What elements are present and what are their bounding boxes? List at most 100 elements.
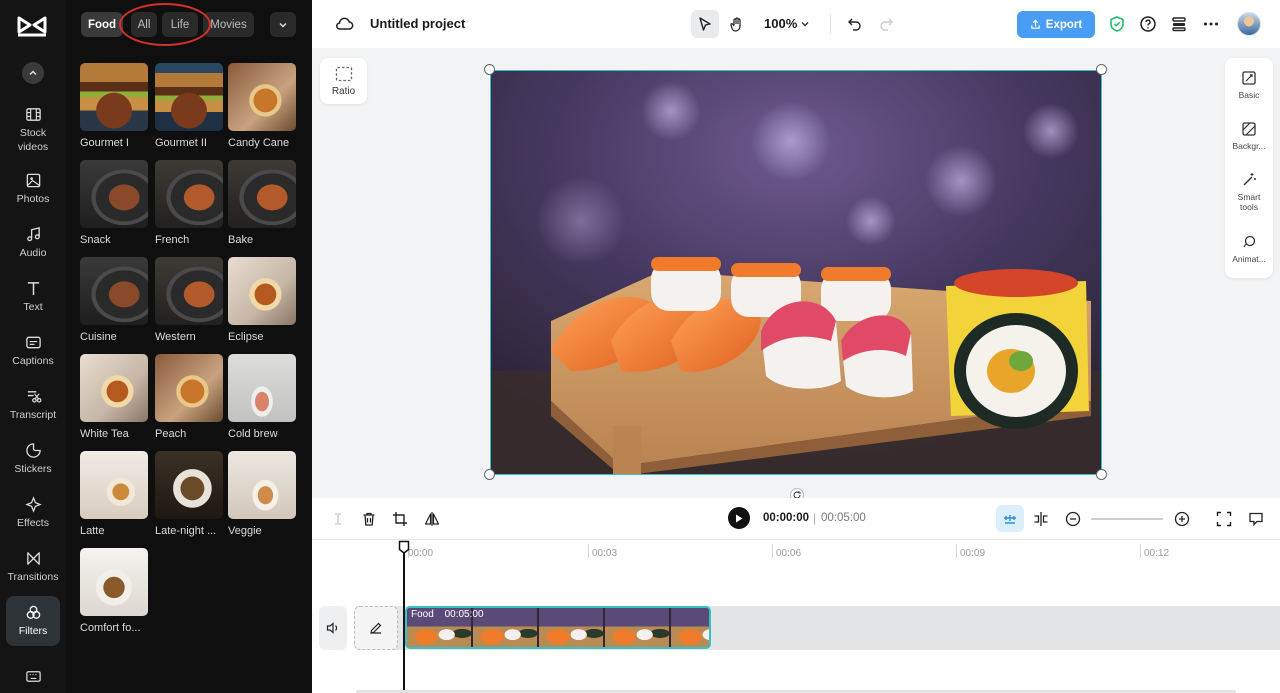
filter-thumbnail (155, 160, 223, 228)
edit-cover-button[interactable] (354, 606, 398, 650)
tool-label: Basic (1238, 90, 1260, 100)
filter-tile[interactable]: Comfort fo... (80, 548, 148, 634)
filter-thumbnail (80, 63, 148, 131)
avatar[interactable] (1237, 12, 1261, 36)
delete-button[interactable] (359, 509, 379, 529)
nav-text[interactable]: Text (6, 272, 60, 322)
filter-tile[interactable]: White Tea (80, 354, 148, 440)
tool-animation[interactable]: Animat... (1225, 234, 1273, 264)
zoom-in-button[interactable] (1172, 509, 1192, 529)
nav-stock-videos[interactable]: Stock videos (6, 104, 60, 156)
tab-food[interactable]: Food (81, 12, 123, 37)
ratio-button[interactable]: Ratio (320, 58, 367, 104)
filter-tile[interactable]: Bake (228, 160, 296, 246)
captions-toggle-button[interactable] (1246, 509, 1266, 529)
captions-icon (25, 336, 41, 349)
zoom-out-button[interactable] (1063, 509, 1083, 529)
chevron-down-icon[interactable] (800, 19, 810, 29)
mute-track-button[interactable] (319, 606, 347, 650)
nav-transitions[interactable]: Transitions (6, 542, 60, 592)
tick-label: 00:03 (592, 548, 618, 559)
layers-icon[interactable] (1170, 15, 1188, 33)
filter-tile[interactable]: Eclipse (228, 257, 296, 343)
flip-button[interactable] (422, 509, 442, 529)
split-view-button[interactable] (1031, 509, 1051, 529)
filter-tile[interactable]: Gourmet II (155, 63, 223, 149)
magnet-snap-button[interactable] (996, 505, 1024, 532)
filter-label: Latte (80, 525, 105, 537)
zoom-level[interactable]: 100% (764, 16, 797, 31)
select-tool-button[interactable] (691, 10, 719, 38)
tool-smart-tools[interactable]: Smart tools (1225, 172, 1273, 212)
video-preview[interactable] (490, 70, 1102, 475)
split-icon (335, 513, 341, 525)
filters-panel: Food All Life Movies Gourmet I Gourmet I… (66, 0, 312, 693)
flip-icon (424, 512, 440, 526)
capcut-logo[interactable] (16, 14, 48, 38)
filter-label: White Tea (80, 428, 129, 440)
playhead[interactable] (403, 548, 405, 693)
tool-basic[interactable]: Basic (1225, 70, 1273, 100)
filter-tile[interactable]: Western (155, 257, 223, 343)
ratio-icon (335, 66, 352, 81)
filter-tile[interactable]: Gourmet I (80, 63, 148, 149)
help-icon[interactable] (1139, 15, 1157, 33)
shield-icon[interactable] (1108, 15, 1126, 33)
transitions-icon (26, 552, 40, 565)
resize-handle[interactable] (484, 64, 495, 75)
filter-tile[interactable]: Candy Cane (228, 63, 296, 149)
export-button[interactable]: Export (1017, 11, 1095, 38)
basic-icon (1242, 71, 1256, 85)
split-button[interactable] (328, 509, 348, 529)
nav-filters[interactable]: Filters (6, 596, 60, 646)
filter-tile[interactable]: Veggie (228, 451, 296, 537)
tool-label: Smart tools (1237, 192, 1261, 212)
nav-keyboard[interactable] (6, 664, 60, 692)
undo-button[interactable] (841, 10, 869, 38)
filter-tile[interactable]: French (155, 160, 223, 246)
nav-stickers[interactable]: Stickers (6, 434, 60, 484)
filter-tile[interactable]: Peach (155, 354, 223, 440)
play-button[interactable] (728, 507, 750, 529)
hand-tool-button[interactable] (723, 10, 751, 38)
filter-label: Peach (155, 428, 187, 440)
nav-label: Photos (16, 193, 50, 205)
nav-captions[interactable]: Captions (6, 326, 60, 376)
more-icon[interactable] (1202, 15, 1220, 33)
filter-tile[interactable]: Late-night ... (155, 451, 223, 537)
filter-label: Snack (80, 234, 111, 246)
crop-button[interactable] (390, 509, 410, 529)
timeline-zoom-slider[interactable] (1091, 518, 1163, 520)
playhead-handle[interactable] (398, 540, 410, 554)
filter-tile[interactable]: Latte (80, 451, 148, 537)
filter-thumbnail (80, 451, 148, 519)
video-clip[interactable]: Food 00:05:00 (405, 606, 711, 649)
filter-tile[interactable]: Cuisine (80, 257, 148, 343)
undo-icon (848, 18, 861, 31)
project-title[interactable]: Untitled project (370, 16, 465, 31)
crop-icon (393, 512, 407, 526)
more-tabs-button[interactable] (270, 12, 296, 37)
resize-handle[interactable] (1096, 64, 1107, 75)
nav-effects[interactable]: Effects (6, 488, 60, 538)
filter-thumbnail (228, 63, 296, 131)
tool-background[interactable]: Backgr... (1225, 121, 1273, 151)
nav-transcript[interactable]: Transcript (6, 380, 60, 430)
collapse-nav-button[interactable] (22, 62, 44, 84)
filter-tile[interactable]: Cold brew (228, 354, 296, 440)
editor-app: Stock videos Photos Audio Text Captions … (0, 0, 1280, 693)
resize-handle[interactable] (484, 469, 495, 480)
redo-button[interactable] (872, 10, 900, 38)
filter-tile[interactable]: Snack (80, 160, 148, 246)
total-time: 00:05:00 (821, 512, 866, 524)
fullscreen-button[interactable] (1214, 509, 1234, 529)
cloud-icon[interactable] (334, 14, 354, 34)
resize-handle[interactable] (1096, 469, 1107, 480)
filters-icon (26, 605, 40, 619)
tick-label: 00:12 (1144, 548, 1170, 559)
canvas-area: Ratio (312, 48, 1280, 502)
tab-label: Food (87, 18, 117, 31)
nav-photos[interactable]: Photos (6, 164, 60, 214)
nav-audio[interactable]: Audio (6, 218, 60, 268)
tool-label: Backgr... (1232, 141, 1266, 151)
